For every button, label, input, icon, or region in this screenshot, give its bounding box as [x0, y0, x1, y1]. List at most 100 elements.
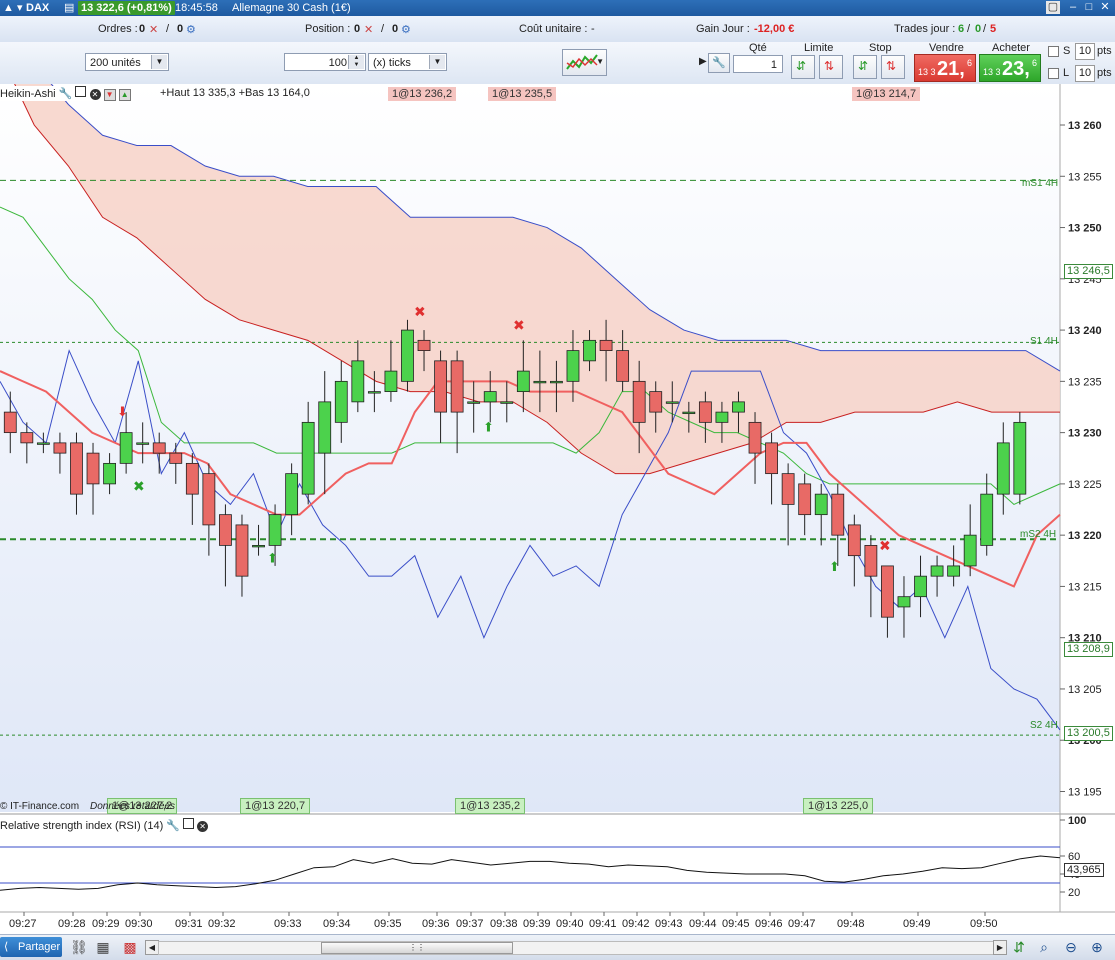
sell-button[interactable]: 13 3 21, 6 — [914, 54, 976, 82]
bullish-candle[interactable] — [252, 545, 265, 548]
bullish-candle[interactable] — [533, 380, 547, 384]
bullish-candle[interactable] — [268, 514, 282, 546]
wrench-icon[interactable]: 🔧 — [708, 53, 730, 73]
grid-icon[interactable]: ▩ — [121, 938, 139, 956]
stop-buy-button[interactable]: ⇵ — [853, 55, 877, 79]
bullish-candle[interactable] — [500, 401, 514, 404]
zoom-in-icon[interactable]: ⊕ — [1088, 938, 1106, 956]
zoom-out-icon[interactable]: ⊖ — [1062, 938, 1080, 956]
units-select[interactable]: 200 unités ▼ — [85, 53, 169, 71]
bearish-candle[interactable] — [698, 401, 712, 423]
bullish-candle[interactable] — [930, 565, 944, 577]
bearish-candle[interactable] — [169, 452, 183, 464]
spinner-icon[interactable]: ▲ ▼ — [348, 55, 364, 69]
bullish-candle[interactable] — [963, 534, 977, 567]
bullish-candle[interactable] — [715, 411, 729, 423]
bullish-candle[interactable] — [665, 401, 679, 404]
cancel-orders-icon[interactable]: ✕ — [149, 23, 158, 36]
autoscale-icon[interactable]: ⇵ — [1010, 938, 1028, 956]
bullish-candle[interactable] — [980, 493, 994, 546]
stop-loss-checkbox[interactable] — [1048, 46, 1059, 57]
scroll-left-icon[interactable]: ◀ — [145, 940, 159, 955]
list-icon[interactable]: ▤ — [64, 1, 74, 15]
indicator-wrench-icon[interactable]: 🔧 — [59, 88, 73, 100]
buy-button[interactable]: 13 3 23, 6 — [979, 54, 1041, 82]
bearish-candle[interactable] — [748, 421, 762, 454]
execution-tag[interactable]: 1@13 225,0 — [803, 798, 874, 814]
bearish-candle[interactable] — [781, 473, 795, 505]
execution-tag[interactable]: 1@13 236,2 — [388, 87, 457, 101]
execution-tag[interactable]: 1@13 235,2 — [455, 798, 526, 814]
bullish-candle[interactable] — [384, 370, 398, 393]
limit-checkbox[interactable] — [1048, 68, 1059, 79]
bearish-candle[interactable] — [450, 360, 464, 413]
bullish-candle[interactable] — [947, 565, 961, 577]
bearish-candle[interactable] — [881, 565, 894, 618]
bullish-candle[interactable] — [103, 462, 116, 485]
maximize-icon[interactable]: □ — [1082, 1, 1096, 14]
zoom-area-icon[interactable]: ⌕ — [1035, 938, 1053, 956]
scrollbar-track[interactable]: ⋮⋮ — [158, 941, 1005, 955]
bullish-candle[interactable] — [897, 596, 911, 608]
bearish-candle[interactable] — [649, 391, 663, 413]
bullish-candle[interactable] — [351, 360, 365, 403]
bearish-candle[interactable] — [847, 524, 861, 557]
bearish-candle[interactable] — [864, 545, 878, 577]
bearish-candle[interactable] — [202, 473, 216, 526]
bullish-candle[interactable] — [367, 391, 381, 394]
bullish-candle[interactable] — [996, 442, 1010, 495]
bearish-candle[interactable] — [831, 493, 845, 536]
bullish-candle[interactable] — [301, 421, 315, 495]
chart-trading-button[interactable]: ▼ — [562, 49, 607, 76]
bearish-candle[interactable] — [798, 483, 812, 516]
calculator-icon[interactable]: ▦ — [94, 938, 112, 956]
stop-loss-input[interactable]: 10 — [1075, 43, 1095, 60]
bullish-candle[interactable] — [566, 350, 580, 382]
ordres-settings-icon[interactable]: ⚙ — [186, 23, 196, 36]
window-menu-icon[interactable]: ▲ ▾ — [3, 1, 22, 15]
bearish-candle[interactable] — [86, 452, 100, 485]
bullish-candle[interactable] — [732, 401, 745, 413]
bullish-candle[interactable] — [467, 401, 481, 404]
bullish-candle[interactable] — [1013, 421, 1027, 495]
bearish-candle[interactable] — [235, 524, 249, 577]
indicator-close-icon[interactable]: ✕ — [89, 89, 101, 100]
bullish-candle[interactable] — [318, 401, 332, 454]
rsi-window-icon[interactable] — [183, 818, 195, 829]
limit-input[interactable]: 10 — [1075, 65, 1095, 82]
bullish-candle[interactable] — [36, 442, 50, 445]
bearish-candle[interactable] — [152, 442, 166, 454]
bullish-candle[interactable] — [334, 380, 348, 423]
sell-arrow-icon[interactable]: ▼ — [103, 89, 116, 101]
bearish-candle[interactable] — [20, 432, 34, 444]
ticks-quantity-input[interactable]: 100 ▲ ▼ — [284, 53, 366, 71]
close-position-icon[interactable]: ✕ — [364, 23, 373, 36]
scroll-right-icon[interactable]: ▶ — [993, 940, 1007, 955]
bearish-candle[interactable] — [70, 442, 83, 495]
bearish-candle[interactable] — [3, 411, 17, 434]
bearish-candle[interactable] — [417, 339, 431, 351]
bearish-candle[interactable] — [765, 442, 778, 475]
indicator-window-icon[interactable] — [75, 86, 87, 97]
bearish-candle[interactable] — [53, 442, 67, 454]
execution-tag[interactable]: 1@13 220,7 — [240, 798, 311, 814]
bullish-candle[interactable] — [136, 442, 150, 445]
buy-arrow-icon[interactable]: ▲ — [118, 89, 131, 101]
quantity-input[interactable]: 1 — [733, 55, 783, 73]
bearish-candle[interactable] — [599, 339, 613, 351]
bullish-candle[interactable] — [483, 391, 497, 403]
bullish-candle[interactable] — [914, 575, 927, 598]
close-icon[interactable]: ✕ — [1098, 1, 1112, 14]
rsi-wrench-icon[interactable]: 🔧 — [166, 820, 180, 832]
position-settings-icon[interactable]: ⚙ — [401, 23, 411, 36]
bearish-candle[interactable] — [434, 360, 447, 413]
limit-buy-button[interactable]: ⇵ — [791, 55, 815, 79]
bullish-candle[interactable] — [583, 339, 596, 362]
instrument-name[interactable]: DAX — [26, 1, 49, 15]
link-icon[interactable]: ⛓ — [70, 938, 88, 956]
execution-tag[interactable]: 1@13 214,7 — [852, 87, 921, 101]
bearish-candle[interactable] — [632, 380, 646, 423]
bullish-candle[interactable] — [814, 493, 828, 516]
stop-sell-button[interactable]: ⇅ — [881, 55, 905, 79]
bullish-candle[interactable] — [550, 380, 563, 384]
